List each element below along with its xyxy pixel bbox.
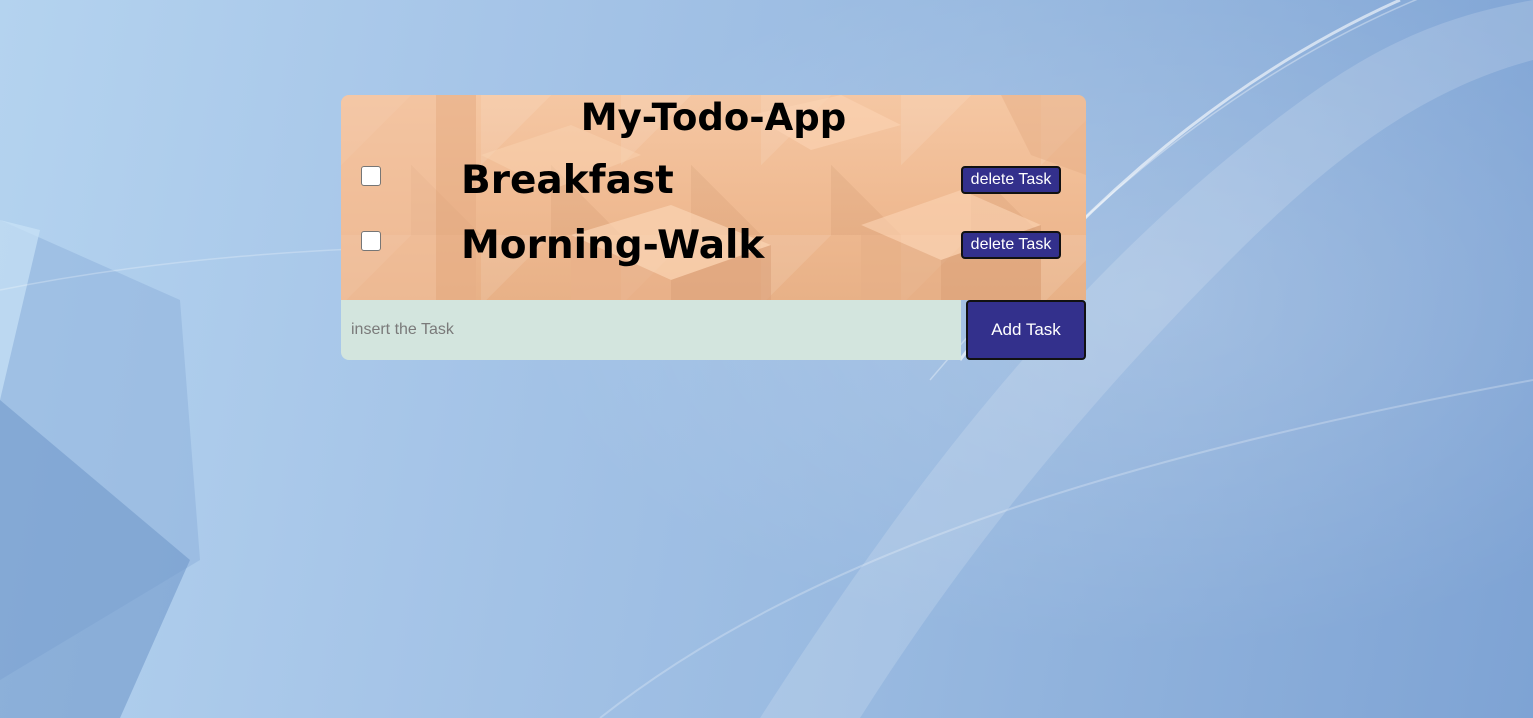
- task-text: Morning-Walk: [461, 223, 765, 268]
- task-panel: My-Todo-App Breakfast delete Task Mornin…: [341, 95, 1086, 300]
- task-item: Breakfast delete Task: [341, 154, 1086, 208]
- task-input[interactable]: [341, 300, 961, 360]
- new-task-row: Add Task: [341, 300, 1086, 360]
- task-text: Breakfast: [461, 158, 674, 203]
- delete-task-button[interactable]: delete Task: [961, 166, 1061, 194]
- task-checkbox[interactable]: [361, 231, 381, 251]
- add-task-button[interactable]: Add Task: [966, 300, 1086, 360]
- delete-task-button[interactable]: delete Task: [961, 231, 1061, 259]
- task-item: Morning-Walk delete Task: [341, 219, 1086, 273]
- todo-card: My-Todo-App Breakfast delete Task Mornin…: [341, 95, 1086, 360]
- app-title: My-Todo-App: [580, 96, 847, 139]
- task-checkbox[interactable]: [361, 166, 381, 186]
